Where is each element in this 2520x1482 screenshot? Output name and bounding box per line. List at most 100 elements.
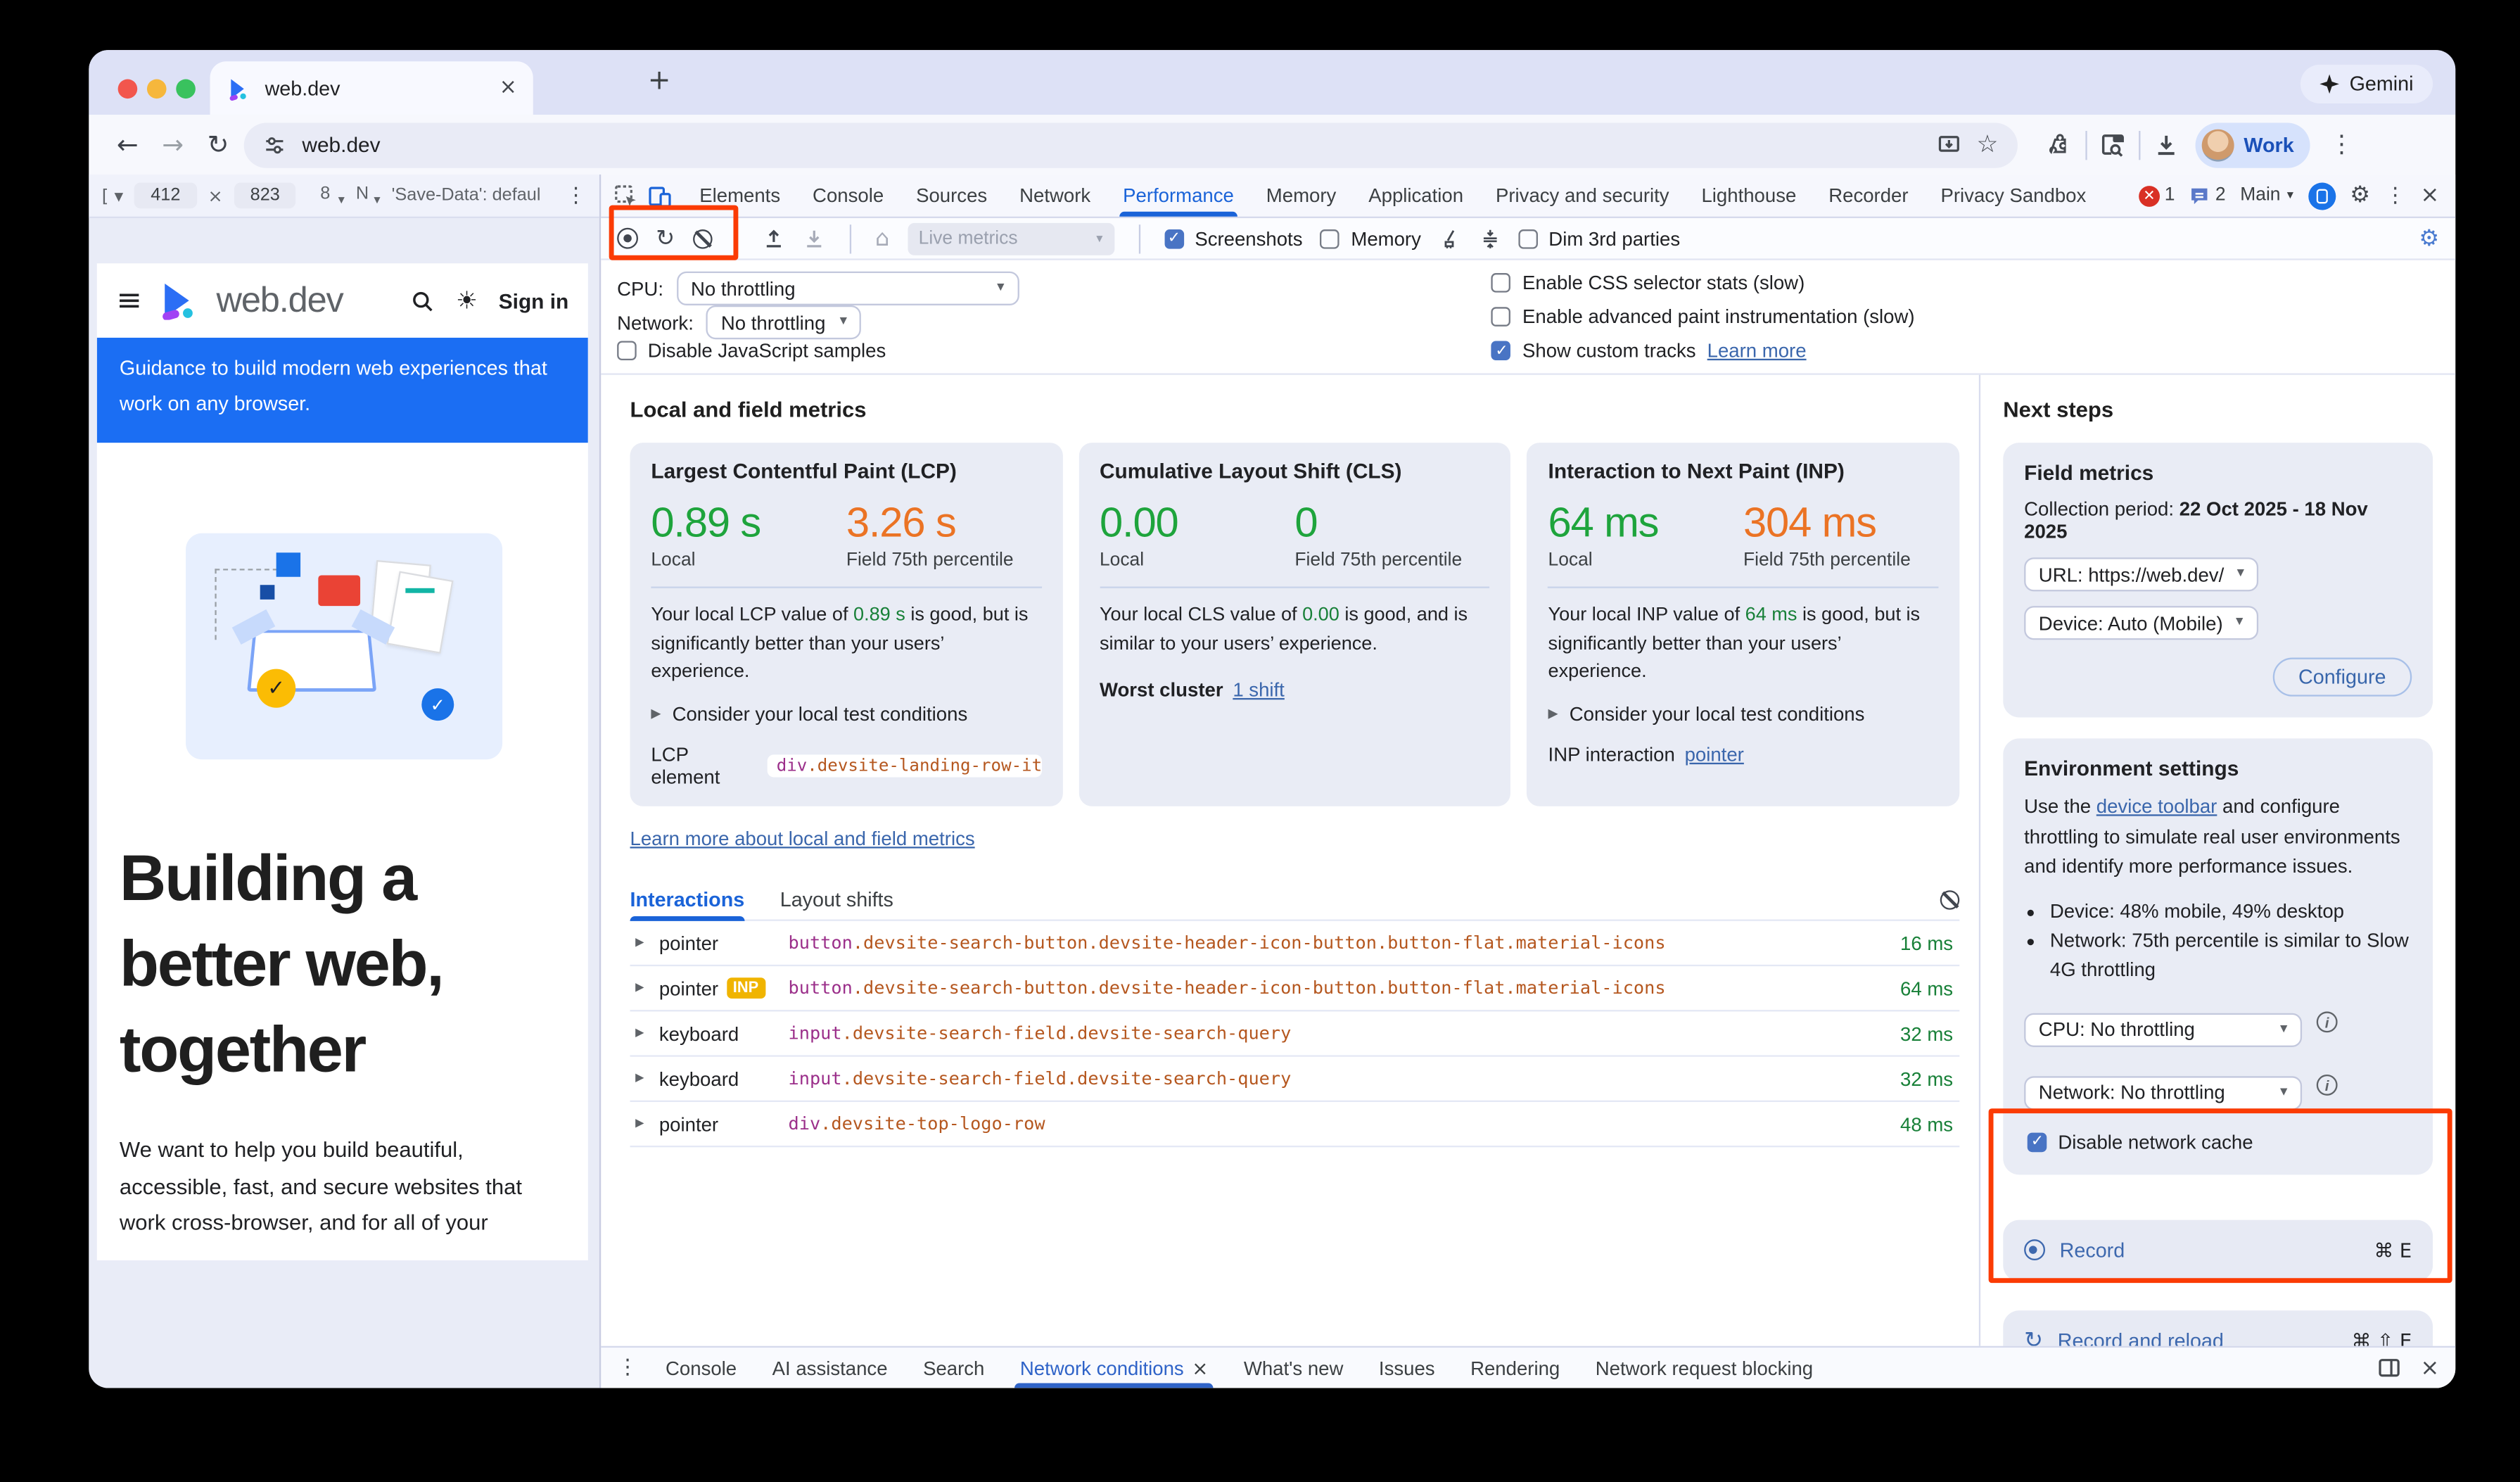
configure-button[interactable]: Configure <box>2272 658 2412 697</box>
custom-tracks-checkbox[interactable]: Show custom tracks Learn more <box>1491 339 1914 362</box>
reload-icon[interactable]: ↻ <box>198 132 237 158</box>
tab-privacy-security[interactable]: Privacy and security <box>1481 175 1684 217</box>
new-tab-button[interactable]: + <box>648 68 671 95</box>
worst-cluster-link[interactable]: 1 shift <box>1233 679 1285 702</box>
site-menu-icon[interactable]: ≡ <box>116 285 142 316</box>
collapse-icon[interactable] <box>1479 227 1501 250</box>
custom-tracks-learn-more-link[interactable]: Learn more <box>1707 339 1807 362</box>
tab-memory[interactable]: Memory <box>1252 175 1351 217</box>
inspect-icon[interactable] <box>614 184 638 208</box>
cpu-throttle-select[interactable]: No throttling ▾ <box>676 272 1019 305</box>
tab-layout-shifts[interactable]: Layout shifts <box>780 879 893 919</box>
inp-expander[interactable]: ▶ Consider your local test conditions <box>1548 703 1939 726</box>
devtools-settings-icon[interactable]: ⚙ <box>2350 184 2370 207</box>
record-icon[interactable] <box>617 228 638 249</box>
interaction-row[interactable]: ▶ keyboard input.devsite-search-field.de… <box>630 1012 1960 1057</box>
caret-right-icon[interactable]: ▶ <box>630 1118 650 1129</box>
record-reload-icon[interactable]: ↻ <box>656 227 675 250</box>
omnibox[interactable]: web.dev ☆ <box>244 122 2018 167</box>
load-profile-icon[interactable] <box>762 227 784 250</box>
field-url-select[interactable]: URL: https://web.dev/ ▾ <box>2024 557 2259 591</box>
window-minimize-button[interactable] <box>147 80 167 99</box>
tab-sources[interactable]: Sources <box>901 175 1001 217</box>
back-icon[interactable]: ← <box>108 132 147 158</box>
home-icon[interactable]: ⌂ <box>875 227 889 250</box>
close-icon[interactable]: × <box>1192 1358 1208 1378</box>
device-toolbar-icon[interactable] <box>648 184 672 208</box>
drawer-tab-whats-new[interactable]: What's new <box>1229 1348 1358 1388</box>
learn-more-metrics-link[interactable]: Learn more about local and field metrics <box>630 828 975 850</box>
search-tabs-icon[interactable] <box>2100 132 2126 158</box>
zoom-select[interactable]: 8 ▾ <box>320 184 345 208</box>
issue-count[interactable]: 2 <box>2189 185 2225 206</box>
drawer-close-icon[interactable]: × <box>2420 1357 2439 1379</box>
dim-3rd-parties-checkbox[interactable]: Dim 3rd parties <box>1518 227 1680 250</box>
memory-checkbox[interactable]: Memory <box>1321 227 1421 250</box>
gc-brush-icon[interactable] <box>1439 227 1461 250</box>
clear-icon[interactable] <box>692 229 712 248</box>
devtools-close-icon[interactable]: × <box>2420 184 2439 207</box>
tab-privacy-sandbox[interactable]: Privacy Sandbox <box>1926 175 2101 217</box>
record-button[interactable]: Record ⌘ E <box>2003 1220 2433 1281</box>
field-device-select[interactable]: Device: Auto (Mobile) ▾ <box>2024 606 2258 640</box>
clear-log-icon[interactable] <box>1940 889 1960 909</box>
install-icon[interactable] <box>1936 132 1960 156</box>
gemini-button[interactable]: Gemini <box>2301 65 2433 103</box>
promo-banner[interactable]: Guidance to build modern web experiences… <box>97 338 588 443</box>
info-icon[interactable]: i <box>2317 1075 2338 1096</box>
tab-recorder[interactable]: Recorder <box>1814 175 1923 217</box>
drawer-tab-network-conditions[interactable]: Network conditions × <box>1005 1348 1223 1388</box>
drawer-tab-rendering[interactable]: Rendering <box>1456 1348 1574 1388</box>
tab-application[interactable]: Application <box>1354 175 1478 217</box>
disable-network-cache-checkbox[interactable]: Disable network cache <box>2028 1131 2412 1153</box>
lcp-element-code[interactable]: div.devsite-landing-row-ite… <box>767 754 1041 777</box>
viewport-height-input[interactable]: 823 <box>234 182 296 208</box>
advanced-paint-checkbox[interactable]: Enable advanced paint instrumentation (s… <box>1491 305 1914 328</box>
css-selector-stats-checkbox[interactable]: Enable CSS selector stats (slow) <box>1491 272 1914 294</box>
site-settings-icon[interactable] <box>263 133 286 156</box>
network-throttle-select[interactable]: No throttling ▾ <box>706 305 861 339</box>
drawer-tab-search[interactable]: Search <box>908 1348 999 1388</box>
caret-right-icon[interactable]: ▶ <box>630 982 650 994</box>
site-logo-text[interactable]: web.dev <box>217 279 343 322</box>
caret-right-icon[interactable]: ▶ <box>630 937 650 949</box>
context-selector[interactable]: Main ▾ <box>2240 186 2293 205</box>
viewport-width-input[interactable]: 412 <box>134 182 196 208</box>
save-profile-icon[interactable] <box>803 227 825 250</box>
search-icon[interactable] <box>411 289 435 312</box>
devtools-menu-icon[interactable]: ⋮ <box>2385 185 2406 206</box>
interaction-row[interactable]: ▶ keyboard input.devsite-search-field.de… <box>630 1057 1960 1102</box>
tab-performance[interactable]: Performance <box>1108 175 1248 217</box>
browser-menu-icon[interactable]: ⋮ <box>2329 132 2353 156</box>
bookmark-star-icon[interactable]: ☆ <box>1977 132 1999 156</box>
theme-toggle-icon[interactable]: ☀ <box>456 289 478 312</box>
lcp-expander[interactable]: ▶ Consider your local test conditions <box>651 703 1041 726</box>
downloads-icon[interactable] <box>2153 132 2179 158</box>
drawer-tab-ai-assistance[interactable]: AI assistance <box>758 1348 902 1388</box>
error-count[interactable]: ✕ 1 <box>2139 185 2175 206</box>
device-mode-badge[interactable] <box>2308 182 2336 209</box>
caret-right-icon[interactable]: ▶ <box>630 1073 650 1084</box>
extensions-icon[interactable] <box>2047 132 2073 158</box>
env-cpu-select[interactable]: CPU: No throttling ▾ <box>2024 1013 2302 1046</box>
disable-js-samples-checkbox[interactable]: Disable JavaScript samples <box>617 339 1491 362</box>
info-icon[interactable]: i <box>2317 1012 2338 1033</box>
window-zoom-button[interactable] <box>176 80 196 99</box>
interaction-row[interactable]: ▶ pointer div.devsite-top-logo-row 48 ms <box>630 1102 1960 1147</box>
split-panel-icon[interactable] <box>2379 1357 2401 1379</box>
panel-settings-icon[interactable]: ⚙ <box>2419 227 2439 250</box>
screenshots-checkbox[interactable]: Screenshots <box>1164 227 1303 250</box>
forward-icon[interactable]: → <box>153 132 192 158</box>
device-toolbar-menu-icon[interactable]: ⋮ <box>566 185 587 206</box>
sign-in-link[interactable]: Sign in <box>499 289 569 312</box>
drawer-tab-network-request-blocking[interactable]: Network request blocking <box>1581 1348 1828 1388</box>
inp-interaction-link[interactable]: pointer <box>1685 743 1744 766</box>
caret-right-icon[interactable]: ▶ <box>630 1028 650 1039</box>
tab-lighthouse[interactable]: Lighthouse <box>1687 175 1811 217</box>
tab-console[interactable]: Console <box>798 175 898 217</box>
drawer-tab-issues[interactable]: Issues <box>1364 1348 1449 1388</box>
env-network-select[interactable]: Network: No throttling ▾ <box>2024 1076 2302 1110</box>
device-toolbar-link[interactable]: device toolbar <box>2096 795 2217 818</box>
drawer-menu-icon[interactable]: ⋮ <box>617 1357 638 1379</box>
device-select[interactable]: [ ▾ <box>102 186 124 204</box>
